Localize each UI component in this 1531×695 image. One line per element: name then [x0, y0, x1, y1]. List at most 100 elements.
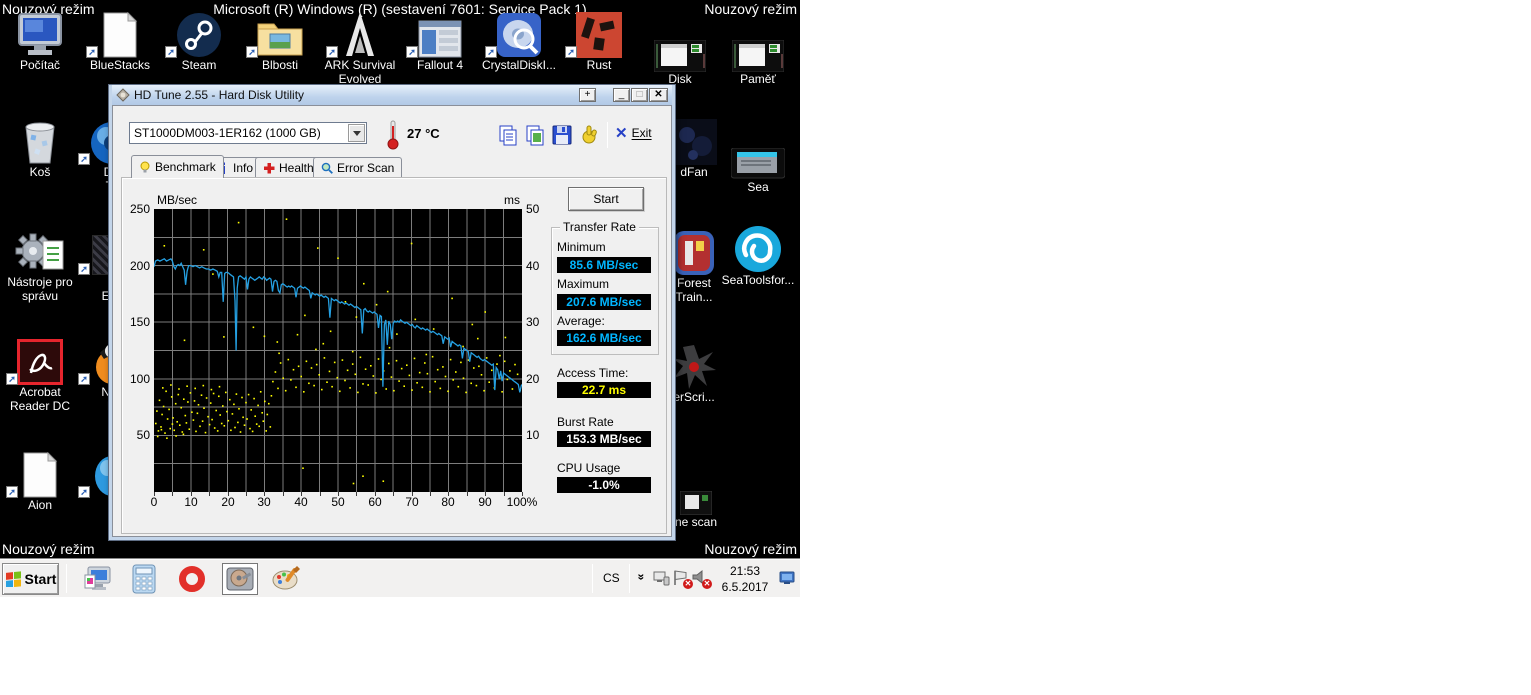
show-desktop-button[interactable]	[778, 567, 796, 589]
x-axis-tickmark	[283, 492, 284, 496]
left-axis-tick-label: 250	[129, 202, 150, 216]
tray-clock[interactable]: 21:53 6.5.2017	[716, 563, 774, 595]
minimum-label: Minimum	[557, 240, 606, 254]
x-axis-tickmark	[504, 492, 505, 496]
burst-rate-value: 153.3 MB/sec	[557, 431, 651, 447]
language-indicator[interactable]: CS	[603, 571, 620, 585]
desktop-icon-rust[interactable]: ➚ Rust	[559, 8, 639, 72]
shortcut-arrow-icon: ➚	[78, 153, 90, 165]
x-axis-tick-label: 70	[405, 495, 419, 509]
steam-icon: ➚	[159, 8, 239, 58]
right-axis-tick-label: 50	[526, 202, 540, 216]
paint-icon	[272, 566, 300, 590]
hdtune-window: HD Tune 2.55 - Hard Disk Utility + _ □ ✕…	[108, 84, 676, 541]
average-label: Average:	[557, 314, 605, 328]
x-axis-tickmark	[191, 492, 192, 496]
bulb-icon	[140, 161, 150, 173]
tab-error-scan[interactable]: Error Scan	[313, 157, 403, 177]
x-axis-tick-label: 30	[257, 495, 271, 509]
tray-time: 21:53	[729, 564, 761, 578]
quicklaunch-opera[interactable]	[174, 563, 210, 595]
windows-flag-icon	[5, 571, 21, 587]
desktop-icon-fallout4[interactable]: ➚ Fallout 4	[400, 8, 480, 72]
transfer-rate-title: Transfer Rate	[560, 220, 639, 234]
desktop-icon-label: Nástroje pro	[7, 275, 73, 289]
desktop-icon-sea[interactable]: Sea	[718, 130, 798, 194]
taskbar-separator	[66, 564, 67, 593]
options-button[interactable]	[578, 124, 602, 148]
x-axis-tickmark	[430, 492, 431, 496]
hdtune-app-icon	[116, 88, 130, 102]
action-center-tray-icon[interactable]: ✕	[672, 569, 693, 589]
show-desktop-icon	[779, 571, 795, 584]
shortcut-arrow-icon: ➚	[165, 46, 177, 58]
quicklaunch-display-properties[interactable]	[80, 563, 116, 595]
tray-date: 6.5.2017	[721, 580, 769, 594]
drive-select-combobox[interactable]: ST1000DM003-1ER162 (1000 GB)	[129, 122, 367, 144]
x-axis-tick-label: 0	[150, 495, 158, 509]
desktop-icon-bluestacks[interactable]: ➚ BlueStacks	[80, 8, 160, 72]
burst-rate-label: Burst Rate	[557, 415, 614, 429]
shortcut-arrow-icon: ➚	[6, 373, 18, 385]
quicklaunch-paint[interactable]	[268, 563, 304, 595]
desktop-icon-disk[interactable]: Disk	[640, 22, 720, 86]
close-button[interactable]: ✕	[649, 88, 668, 102]
network-tray-icon[interactable]	[652, 569, 670, 587]
minimize-button[interactable]: _	[613, 88, 630, 102]
copy-screenshot-button[interactable]	[524, 124, 548, 148]
desktop-icon-blbosti[interactable]: ➚ Blbosti	[240, 8, 320, 72]
maximize-button[interactable]: □	[631, 88, 648, 102]
right-axis-tick-label: 20	[526, 372, 540, 386]
tray-separator-right	[629, 564, 630, 593]
desktop-icon-nastroje[interactable]: Nástroje pro správu	[0, 225, 80, 303]
tab-health[interactable]: Health	[255, 157, 322, 177]
quicklaunch-hdtune[interactable]	[222, 563, 258, 595]
desktop-icon-ark[interactable]: ➚ ARK Survival Evolved	[320, 8, 400, 86]
desktop-icon-aion[interactable]: ➚ Aion	[0, 448, 80, 512]
start-menu-button[interactable]: Start	[2, 563, 59, 595]
desktop-icon-pamet[interactable]: Paměť	[718, 22, 798, 86]
tray-expand-chevron-icon[interactable]: »	[634, 574, 648, 581]
aion-icon: ➚	[0, 448, 80, 498]
volume-muted-tray-icon[interactable]: ✕	[691, 569, 712, 589]
tray-separator-left	[592, 564, 593, 593]
window-titlebar[interactable]: HD Tune 2.55 - Hard Disk Utility + _ □ ✕	[112, 85, 672, 105]
save-button[interactable]	[551, 124, 575, 148]
hard-disk-icon	[226, 567, 254, 591]
exit-button[interactable]: ✕ Exit	[615, 124, 652, 142]
start-benchmark-button[interactable]: Start	[568, 187, 644, 211]
combo-dropdown-arrow-icon[interactable]	[348, 124, 365, 142]
left-axis-tick-label: 150	[129, 315, 150, 329]
pamet-icon	[718, 22, 798, 72]
shortcut-arrow-icon: ➚	[406, 46, 418, 58]
fallout4-icon: ➚	[400, 8, 480, 58]
x-axis-tickmark	[264, 492, 265, 496]
pin-button[interactable]: +	[579, 88, 596, 102]
shortcut-arrow-icon: ➚	[326, 46, 338, 58]
rust-icon: ➚	[559, 8, 639, 58]
desktop-icon-acrobat[interactable]: ➚ Acrobat Reader DC	[0, 335, 80, 413]
x-axis-tickmark	[522, 492, 523, 496]
screen: Nouzový režim Nouzový režim Microsoft (R…	[0, 0, 1531, 695]
maximum-value: 207.6 MB/sec	[557, 294, 651, 310]
x-axis-tickmark	[393, 492, 394, 496]
nastroje-icon	[0, 225, 80, 275]
desktop-icon-crystaldisk[interactable]: ➚ CrystalDiskI...	[479, 8, 559, 72]
copy-to-clipboard-button[interactable]	[497, 124, 521, 148]
benchmark-chart	[153, 209, 523, 492]
left-axis-tick-label: 200	[129, 259, 150, 273]
x-axis-tickmark	[246, 492, 247, 496]
quicklaunch-calculator[interactable]	[126, 563, 162, 595]
desktop-icon-kos[interactable]: Koš	[0, 115, 80, 179]
desktop-icon-label: BlueStacks	[89, 58, 151, 72]
desktop-icon-steam[interactable]: ➚ Steam	[159, 8, 239, 72]
desktop-icon-label: Acrobat	[19, 385, 61, 399]
seatools-icon	[718, 223, 798, 273]
desktop-icon-label: ARK Survival	[324, 58, 396, 72]
left-axis-tick-label: 100	[129, 372, 150, 386]
desktop-icon-pocitac[interactable]: Počítač	[0, 8, 80, 72]
tab-benchmark[interactable]: Benchmark	[131, 155, 224, 178]
shortcut-arrow-icon: ➚	[86, 46, 98, 58]
acrobat-icon: ➚	[0, 335, 80, 385]
desktop-icon-seatools[interactable]: SeaToolsfor...	[718, 223, 798, 287]
